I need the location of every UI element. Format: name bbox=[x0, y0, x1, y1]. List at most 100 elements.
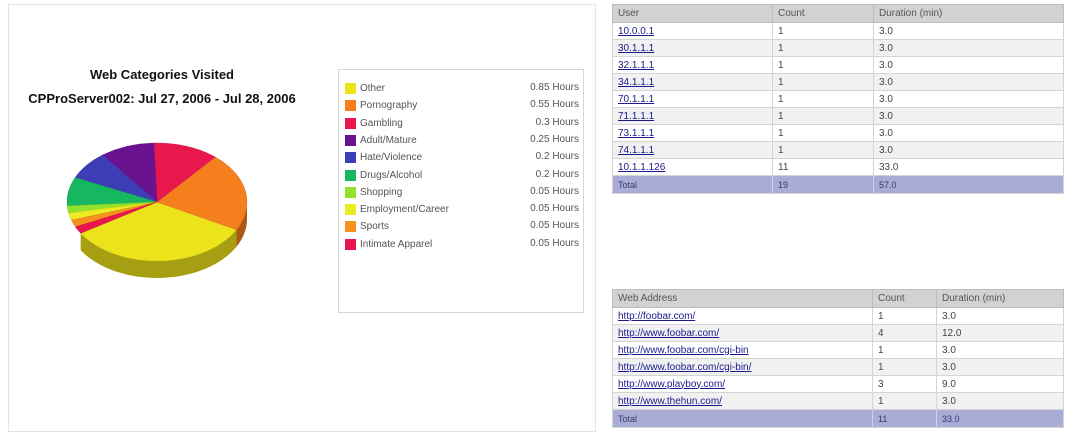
count-cell: 1 bbox=[772, 73, 874, 91]
column-header-count[interactable]: Count bbox=[772, 4, 874, 23]
table-row: 73.1.1.1 1 3.0 bbox=[612, 124, 1064, 142]
duration-cell: 3.0 bbox=[873, 107, 1064, 125]
row-link[interactable]: 30.1.1.1 bbox=[618, 43, 654, 54]
duration-cell: 9.0 bbox=[936, 375, 1064, 393]
legend-value: 0.25 Hours bbox=[530, 133, 579, 145]
row-link[interactable]: 10.0.0.1 bbox=[618, 26, 654, 37]
row-link[interactable]: 71.1.1.1 bbox=[618, 111, 654, 122]
row-link[interactable]: 70.1.1.1 bbox=[618, 94, 654, 105]
duration-cell: 3.0 bbox=[873, 141, 1064, 159]
duration-cell: 12.0 bbox=[936, 324, 1064, 342]
chart-title: Web Categories Visited bbox=[89, 67, 234, 82]
legend-item: Hate/Violence 0.2 Hours bbox=[345, 151, 579, 165]
row-link[interactable]: 34.1.1.1 bbox=[618, 77, 654, 88]
legend-value: 0.2 Hours bbox=[535, 151, 579, 163]
duration-cell: 3.0 bbox=[873, 73, 1064, 91]
total-count: 11 bbox=[872, 409, 937, 428]
count-cell: 1 bbox=[772, 90, 874, 108]
legend-item: Shopping 0.05 Hours bbox=[345, 186, 579, 200]
chart-subtitle: CPProServer002: Jul 27, 2006 - Jul 28, 2… bbox=[28, 91, 296, 106]
count-cell: 1 bbox=[772, 22, 874, 40]
row-link[interactable]: http://www.playboy.com/ bbox=[618, 379, 725, 390]
link-cell: 70.1.1.1 bbox=[612, 90, 773, 108]
legend-item: Pornography 0.55 Hours bbox=[345, 99, 579, 113]
legend-label: Employment/Career bbox=[360, 204, 449, 216]
legend-swatch bbox=[345, 100, 356, 112]
legend-value: 0.05 Hours bbox=[530, 220, 579, 232]
duration-cell: 3.0 bbox=[936, 392, 1064, 410]
column-header-duration[interactable]: Duration (min) bbox=[873, 4, 1064, 23]
link-cell: http://www.foobar.com/ bbox=[612, 324, 873, 342]
table-row: 30.1.1.1 1 3.0 bbox=[612, 39, 1064, 57]
table-row: 32.1.1.1 1 3.0 bbox=[612, 56, 1064, 74]
legend-label: Adult/Mature bbox=[360, 134, 417, 146]
row-link[interactable]: 32.1.1.1 bbox=[618, 60, 654, 71]
legend-label: Shopping bbox=[360, 186, 403, 198]
legend-label: Gambling bbox=[360, 117, 403, 129]
legend-swatch bbox=[345, 83, 356, 94]
legend-value: 0.2 Hours bbox=[535, 168, 579, 180]
row-link[interactable]: 74.1.1.1 bbox=[618, 145, 654, 156]
link-cell: 73.1.1.1 bbox=[612, 124, 773, 142]
legend-swatch bbox=[345, 117, 356, 129]
duration-cell: 3.0 bbox=[936, 307, 1064, 325]
count-cell: 1 bbox=[772, 107, 874, 125]
link-cell: 34.1.1.1 bbox=[612, 73, 773, 91]
column-header-user[interactable]: User bbox=[612, 4, 773, 23]
column-header-web-address[interactable]: Web Address bbox=[612, 289, 873, 308]
legend-label: Drugs/Alcohol bbox=[360, 169, 423, 181]
link-cell: 71.1.1.1 bbox=[612, 107, 773, 125]
count-cell: 1 bbox=[872, 392, 937, 410]
link-cell: http://www.foobar.com/cgi-bin bbox=[612, 341, 873, 359]
legend-swatch bbox=[345, 204, 356, 216]
row-link[interactable]: http://www.foobar.com/cgi-bin bbox=[618, 345, 749, 356]
duration-cell: 3.0 bbox=[936, 341, 1064, 359]
table-row: http://www.foobar.com/4 12.0 bbox=[612, 324, 1064, 342]
legend-label: Intimate Apparel bbox=[360, 238, 433, 250]
row-link[interactable]: http://foobar.com/ bbox=[618, 311, 695, 322]
legend-swatch bbox=[345, 221, 356, 233]
count-cell: 1 bbox=[772, 56, 874, 74]
legend-label: Hate/Violence bbox=[360, 152, 423, 164]
table-row: 74.1.1.1 1 3.0 bbox=[612, 141, 1064, 159]
count-cell: 1 bbox=[772, 124, 874, 142]
legend-item: Employment/Career 0.05 Hours bbox=[345, 203, 579, 217]
total-row: Total 11 33.0 bbox=[612, 409, 1064, 428]
legend-swatch bbox=[345, 152, 356, 164]
total-row: Total 19 57.0 bbox=[612, 175, 1064, 194]
legend-item: Sports 0.05 Hours bbox=[345, 220, 579, 234]
table-row: 10.0.0.1 1 3.0 bbox=[612, 22, 1064, 40]
legend-value: 0.3 Hours bbox=[535, 116, 579, 128]
table-row: http://www.foobar.com/cgi-bin/1 3.0 bbox=[612, 358, 1064, 376]
chart-legend: Other 0.85 Hours Pornography 0.55 Hours Gamb… bbox=[338, 69, 584, 313]
legend-item: Gambling 0.3 Hours bbox=[345, 117, 579, 131]
table-row: http://www.playboy.com/3 9.0 bbox=[612, 375, 1064, 393]
legend-swatch bbox=[345, 134, 356, 146]
legend-swatch bbox=[345, 169, 356, 181]
row-link[interactable]: http://www.foobar.com/cgi-bin/ bbox=[618, 362, 751, 373]
row-link[interactable]: 10.1.1.126 bbox=[618, 162, 665, 173]
chart-panel: Web Categories Visited CPProServer002: J… bbox=[8, 4, 596, 432]
legend-swatch bbox=[345, 186, 356, 198]
duration-cell: 3.0 bbox=[873, 39, 1064, 57]
link-cell: 74.1.1.1 bbox=[612, 141, 773, 159]
column-header-count[interactable]: Count bbox=[872, 289, 937, 308]
count-cell: 3 bbox=[872, 375, 937, 393]
count-cell: 11 bbox=[772, 158, 874, 176]
duration-cell: 3.0 bbox=[873, 124, 1064, 142]
legend-item: Adult/Mature 0.25 Hours bbox=[345, 134, 579, 148]
web-address-table: Web Address Count Duration (min) http://… bbox=[612, 289, 1064, 428]
duration-cell: 33.0 bbox=[873, 158, 1064, 176]
legend-label: Other bbox=[360, 83, 386, 94]
row-link[interactable]: 73.1.1.1 bbox=[618, 128, 654, 139]
total-label: Total bbox=[612, 175, 773, 194]
link-cell: http://www.playboy.com/ bbox=[612, 375, 873, 393]
table-row: 70.1.1.1 1 3.0 bbox=[612, 90, 1064, 108]
row-link[interactable]: http://www.foobar.com/ bbox=[618, 328, 719, 339]
table-row: 34.1.1.1 1 3.0 bbox=[612, 73, 1064, 91]
legend-value: 0.05 Hours bbox=[530, 237, 579, 249]
row-link[interactable]: http://www.thehun.com/ bbox=[618, 396, 722, 407]
legend-label: Sports bbox=[360, 221, 389, 233]
table-header-row: Web Address Count Duration (min) bbox=[612, 289, 1064, 308]
column-header-duration[interactable]: Duration (min) bbox=[936, 289, 1064, 308]
